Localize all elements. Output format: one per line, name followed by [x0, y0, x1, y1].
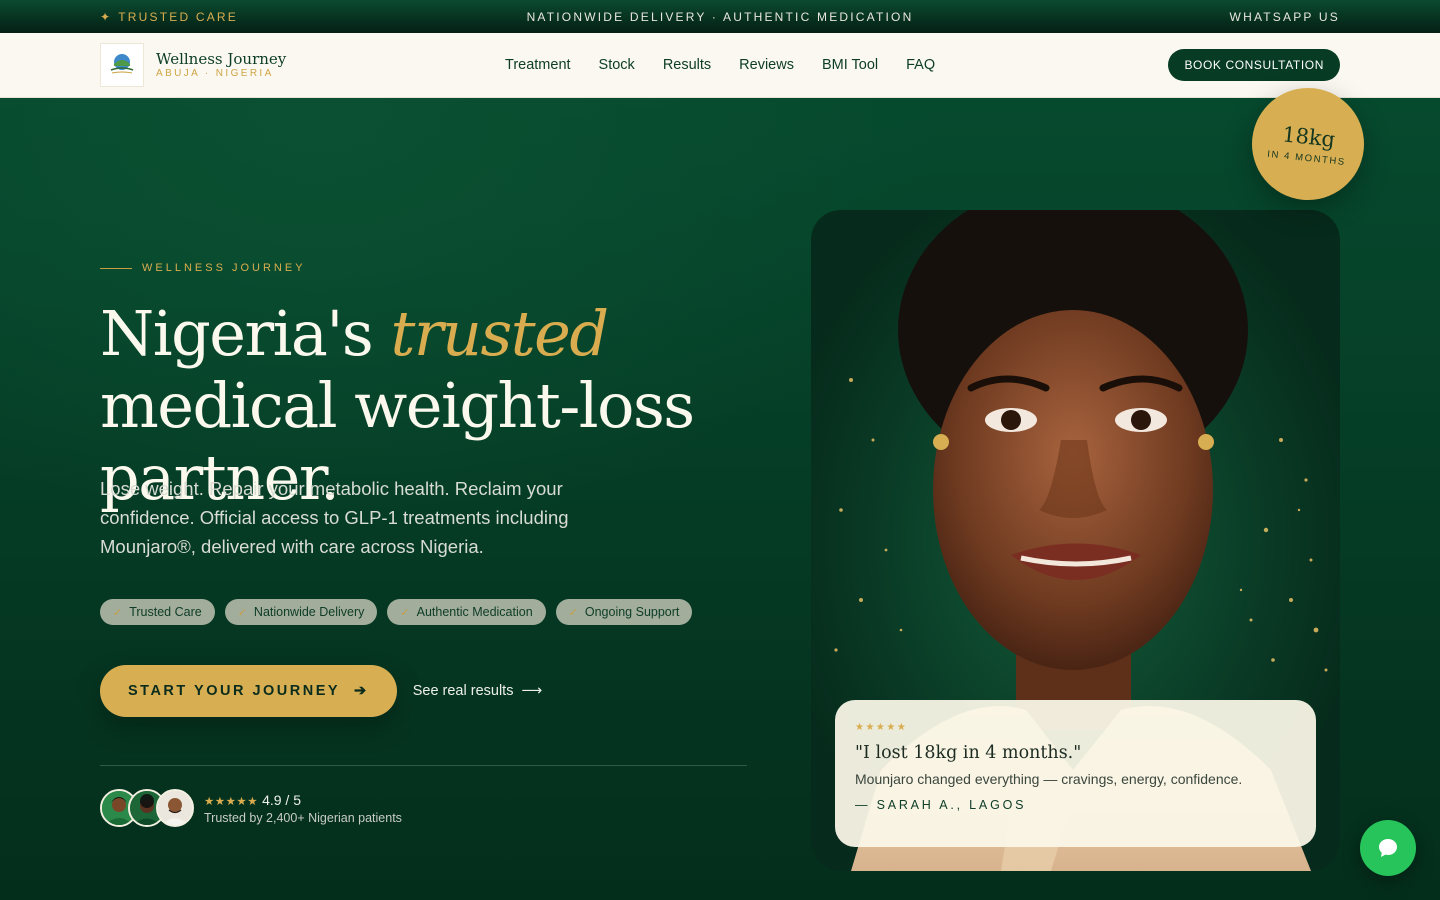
whatsapp-link[interactable]: WHATSAPP US — [1230, 10, 1340, 24]
check-icon: ✓ — [568, 606, 578, 619]
brand-location: ABUJA · NIGERIA — [156, 67, 274, 79]
testimonial-author: — SARAH A., LAGOS — [855, 798, 1027, 812]
badge-value: 18kg — [1281, 121, 1337, 152]
chip-authentic-medication: ✓ Authentic Medication — [387, 599, 546, 625]
start-journey-button[interactable]: START YOUR JOURNEY ➔ — [100, 665, 397, 717]
rating-stars: ★★★★★ — [204, 795, 259, 808]
testimonial-quote: "I lost 18kg in 4 months." — [855, 743, 1082, 763]
chat-bubble-icon — [1379, 839, 1397, 857]
nav-item-treatment[interactable]: Treatment — [505, 57, 571, 73]
trusted-care-tag: ✦ TRUSTED CARE — [100, 10, 238, 24]
nav-item-faq[interactable]: FAQ — [906, 57, 935, 73]
nav-item-results[interactable]: Results — [663, 57, 711, 73]
eyebrow-line — [100, 267, 132, 269]
feature-chips: ✓ Trusted Care ✓ Nationwide Delivery ✓ Auth… — [100, 599, 693, 625]
nav-menu: Treatment Stock Results Reviews BMI Tool… — [505, 57, 935, 73]
announcement-bar: ✦ TRUSTED CARE NATIONWIDE DELIVERY · AUTH… — [0, 0, 1440, 33]
brand-logo-icon — [100, 43, 144, 87]
check-icon: ✓ — [237, 606, 247, 619]
chip-label: Authentic Medication — [416, 605, 533, 619]
arrow-right-icon: ➔ — [354, 683, 369, 699]
hero-eyebrow: WELLNESS JOURNEY — [100, 262, 306, 274]
trusted-care-label: TRUSTED CARE — [118, 9, 239, 24]
eyebrow-label: WELLNESS JOURNEY — [142, 262, 306, 274]
arrow-right-icon: ⟶ — [521, 683, 543, 699]
book-consultation-button[interactable]: BOOK CONSULTATION — [1168, 49, 1340, 81]
chip-ongoing-support: ✓ Ongoing Support — [555, 599, 693, 625]
chip-label: Nationwide Delivery — [253, 605, 365, 619]
hero-cta-row: START YOUR JOURNEY ➔ See real results ⟶ — [100, 665, 542, 717]
testimonial-body: Mounjaro changed everything — cravings, … — [855, 771, 1243, 787]
hero-section: WELLNESS JOURNEY Nigeria's trusted medic… — [0, 98, 1440, 900]
nav-item-reviews[interactable]: Reviews — [739, 57, 794, 73]
chip-nationwide-delivery: ✓ Nationwide Delivery — [224, 599, 378, 625]
trust-row: ★★★★★ 4.9 / 5 Trusted by 2,400+ Nigerian … — [100, 789, 402, 827]
sparkle-icon: ✦ — [100, 9, 113, 24]
brand-logo-link[interactable]: Wellness Journey ABUJA · NIGERIA — [100, 43, 286, 87]
whatsapp-chat-button[interactable] — [1360, 820, 1416, 876]
chip-label: Ongoing Support — [584, 605, 680, 619]
see-results-label: See real results — [412, 683, 514, 699]
testimonial-card: ★★★★★ "I lost 18kg in 4 months." Mounjar… — [835, 700, 1316, 847]
see-results-link[interactable]: See real results ⟶ — [413, 683, 543, 699]
nav-item-stock[interactable]: Stock — [599, 57, 635, 73]
trust-caption: Trusted by 2,400+ Nigerian patients — [204, 810, 402, 825]
hero-divider — [100, 765, 747, 766]
hero-description: Lose weight. Repair your metabolic healt… — [100, 478, 569, 557]
headline-start: Nigeria's — [100, 297, 391, 370]
check-icon: ✓ — [400, 606, 410, 619]
testimonial-stars: ★★★★★ — [855, 722, 908, 733]
headline-accent: trusted — [390, 297, 609, 370]
nav-item-bmi-tool[interactable]: BMI Tool — [822, 57, 878, 73]
rating-line: ★★★★★ 4.9 / 5 — [204, 792, 402, 808]
brand-text: Wellness Journey ABUJA · NIGERIA — [156, 49, 287, 80]
chip-label: Trusted Care — [129, 605, 202, 619]
brand-name: Wellness Journey — [156, 49, 287, 68]
start-journey-label: START YOUR JOURNEY — [128, 683, 341, 699]
main-navbar: Wellness Journey ABUJA · NIGERIA Treatme… — [0, 33, 1440, 98]
rating-value: 4.9 / 5 — [262, 791, 301, 808]
rating-summary: ★★★★★ 4.9 / 5 Trusted by 2,400+ Nigerian … — [204, 792, 402, 825]
avatar — [156, 789, 194, 827]
patient-avatars — [100, 789, 194, 827]
badge-caption: IN 4 MONTHS — [1266, 148, 1347, 168]
check-icon: ✓ — [113, 606, 123, 619]
chip-trusted-care: ✓ Trusted Care — [100, 599, 215, 625]
